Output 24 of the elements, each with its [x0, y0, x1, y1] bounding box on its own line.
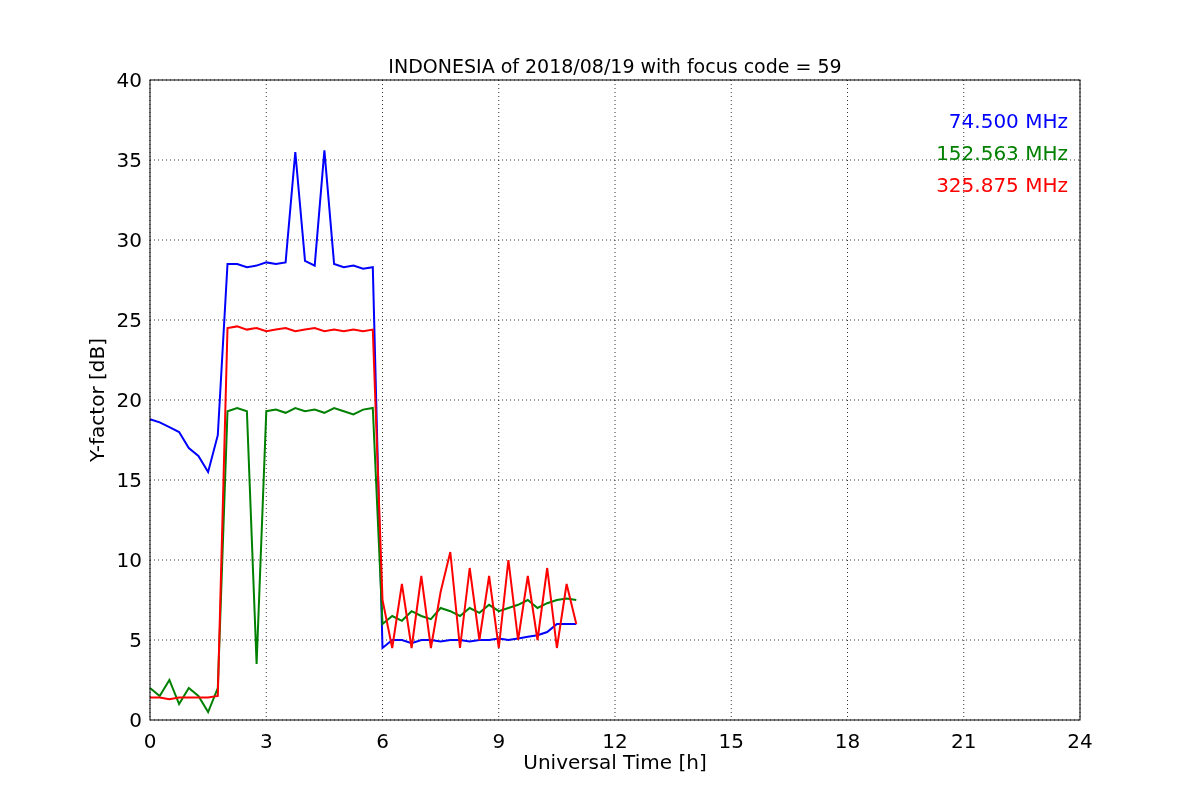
- x-tick-label: 3: [259, 729, 273, 753]
- x-tick-label: 9: [492, 729, 506, 753]
- y-axis-label: Y-factor [dB]: [85, 338, 109, 462]
- y-tick-label: 35: [116, 148, 142, 172]
- legend-entry: 152.563 MHz: [936, 141, 1068, 165]
- x-tick-label: 6: [376, 729, 389, 753]
- y-tick-label: 40: [116, 68, 142, 92]
- x-tick-label: 0: [143, 729, 157, 753]
- y-tick-label: 30: [116, 228, 142, 252]
- legend-entry: 325.875 MHz: [936, 173, 1068, 197]
- y-tick-label: 0: [129, 708, 142, 732]
- y-tick-label: 5: [129, 628, 142, 652]
- x-tick-label: 18: [834, 729, 861, 753]
- y-tick-label: 20: [116, 388, 142, 412]
- x-tick-label: 15: [718, 729, 744, 753]
- y-tick-label: 10: [116, 548, 142, 572]
- y-tick-label: 15: [116, 468, 142, 492]
- x-tick-label: 12: [602, 729, 628, 753]
- y-tick-label: 25: [116, 308, 142, 332]
- x-tick-label: 24: [1067, 729, 1093, 753]
- legend-entry: 74.500 MHz: [948, 109, 1068, 133]
- x-tick-label: 21: [951, 729, 977, 753]
- x-axis-label: Universal Time [h]: [523, 750, 707, 774]
- chart-title: INDONESIA of 2018/08/19 with focus code = 59: [388, 55, 842, 77]
